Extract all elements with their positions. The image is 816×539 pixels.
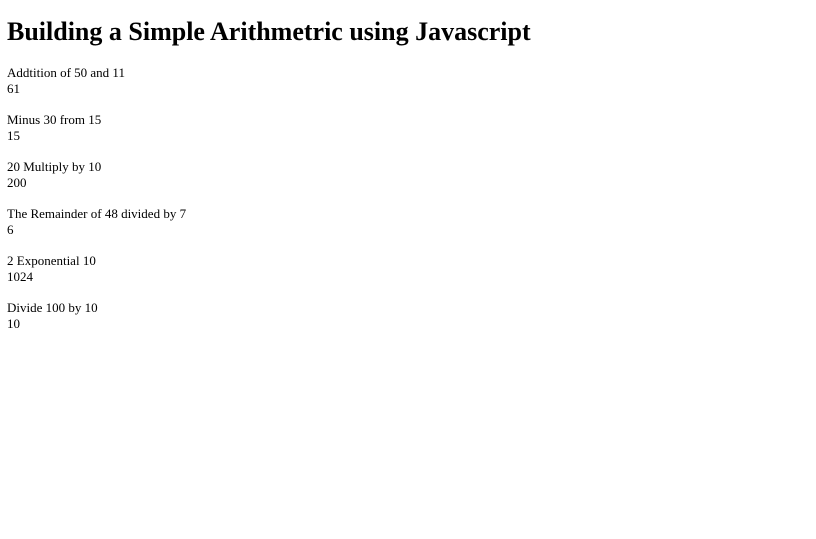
operation-block-exponent: 2 Exponential 10 1024 bbox=[7, 253, 96, 284]
operation-result: 6 bbox=[7, 221, 14, 237]
operation-result: 61 bbox=[7, 80, 20, 96]
operation-block-remainder: The Remainder of 48 divided by 7 6 bbox=[7, 206, 186, 237]
operation-label: The Remainder of 48 divided by 7 bbox=[7, 206, 187, 221]
operation-result: 15 bbox=[7, 127, 20, 143]
operation-block-multiplication: 20 Multiply by 10 200 bbox=[7, 159, 101, 190]
operation-block-division: Divide 100 by 10 10 bbox=[7, 300, 98, 331]
operation-block-addition: Addtition of 50 and 11 61 bbox=[7, 65, 125, 96]
operation-result: 10 bbox=[7, 315, 20, 331]
operation-label: Divide 100 by 10 bbox=[7, 300, 98, 315]
operation-label: Addtition of 50 and 11 bbox=[7, 65, 125, 80]
operation-result: 1024 bbox=[7, 268, 33, 284]
operation-block-subtraction: Minus 30 from 15 15 bbox=[7, 112, 101, 143]
operation-label: Minus 30 from 15 bbox=[7, 112, 102, 127]
operation-label: 20 Multiply by 10 bbox=[7, 159, 102, 174]
page: Building a Simple Arithmetric using Java… bbox=[0, 0, 816, 539]
operation-label: 2 Exponential 10 bbox=[7, 253, 96, 268]
operation-result: 200 bbox=[7, 174, 27, 190]
page-title: Building a Simple Arithmetric using Java… bbox=[7, 17, 531, 46]
